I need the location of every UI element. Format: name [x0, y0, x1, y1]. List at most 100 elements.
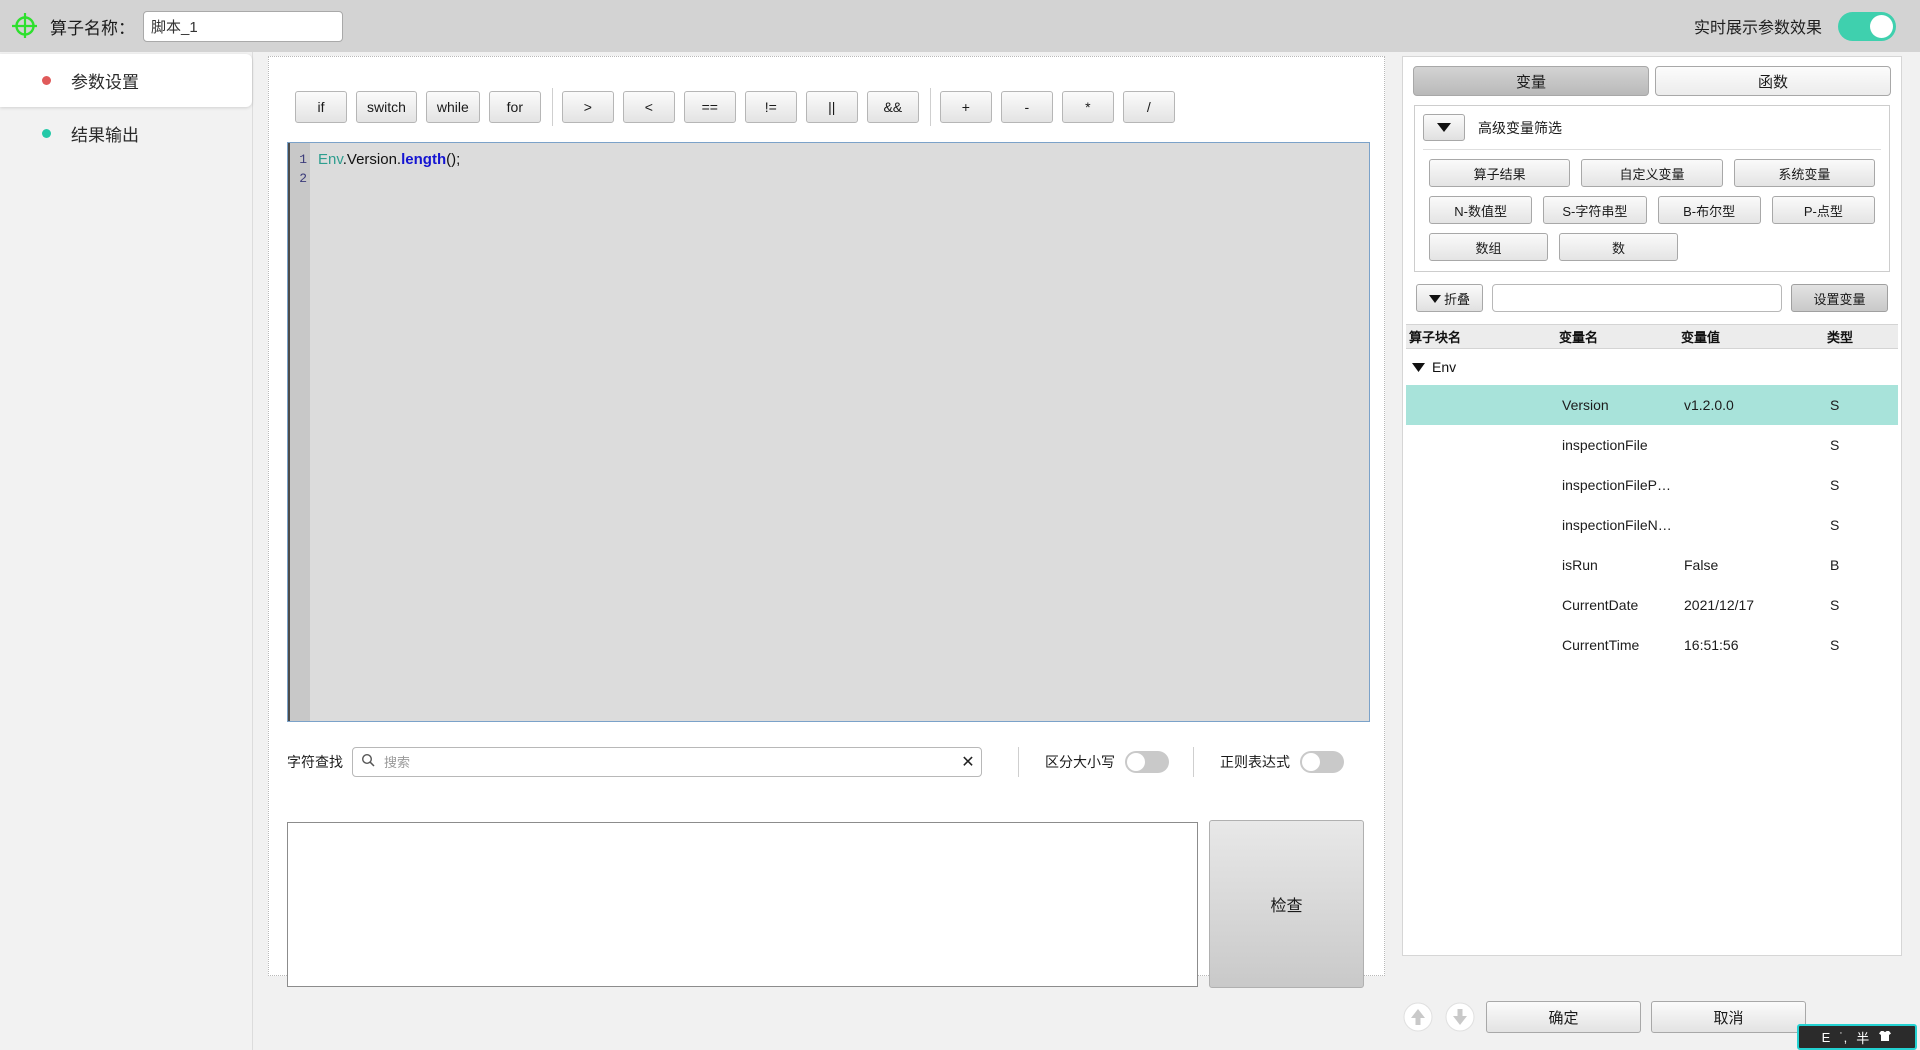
variable-tools-row: 折叠 设置变量 — [1416, 284, 1888, 312]
arrow-down-circle-icon[interactable] — [1444, 1001, 1476, 1033]
cell-type: B — [1830, 557, 1840, 573]
token-button-greater-than[interactable]: > — [561, 91, 614, 123]
cell-variable-name: inspectionFileP… — [1562, 477, 1671, 493]
column-header-variable-name: 变量名 — [1559, 330, 1599, 345]
editor-line-number-gutter: 1 2 — [290, 143, 310, 721]
cancel-button[interactable]: 取消 — [1651, 1001, 1806, 1033]
token-button-while[interactable]: while — [425, 91, 480, 123]
cell-variable-value: 2021/12/17 — [1684, 597, 1755, 613]
chevron-down-icon[interactable] — [1423, 114, 1465, 141]
table-row[interactable]: Version v1.2.0.0 S — [1406, 385, 1898, 425]
regex-label: 正则表达式 — [1220, 754, 1290, 770]
table-row[interactable]: inspectionFileP… S — [1406, 465, 1898, 505]
realtime-preview-toggle[interactable] — [1838, 11, 1896, 41]
table-row[interactable]: CurrentDate 2021/12/17 S — [1406, 585, 1898, 625]
token-button-switch[interactable]: switch — [356, 91, 417, 123]
find-input-box[interactable]: ✕ — [352, 747, 982, 777]
triangle-down-icon — [1428, 291, 1441, 306]
case-sensitive-toggle[interactable] — [1125, 751, 1169, 773]
line-number: 1 — [299, 152, 307, 167]
cell-variable-name: inspectionFile — [1562, 437, 1648, 453]
collapse-button[interactable]: 折叠 — [1416, 284, 1483, 312]
find-input[interactable] — [382, 753, 955, 771]
code-token-property: .Version. — [342, 151, 402, 168]
tab-functions[interactable]: 函数 — [1655, 66, 1891, 96]
filter-button-number[interactable]: 数 — [1559, 233, 1678, 261]
token-button-multiply[interactable]: * — [1061, 91, 1114, 123]
token-button-logical-or[interactable]: || — [805, 91, 858, 123]
filter-button-custom-variable[interactable]: 自定义变量 — [1581, 159, 1723, 187]
cell-variable-value: v1.2.0.0 — [1684, 397, 1734, 413]
operator-name-label: 算子名称： — [50, 18, 135, 38]
operator-toolbar: if switch while for > < == != || && + - … — [295, 88, 1184, 126]
token-button-equals[interactable]: == — [683, 91, 736, 123]
cell-type: S — [1830, 437, 1840, 453]
set-variable-button[interactable]: 设置变量 — [1791, 284, 1888, 312]
token-button-logical-and[interactable]: && — [866, 91, 919, 123]
token-button-divide[interactable]: / — [1122, 91, 1175, 123]
column-header-type: 类型 — [1827, 330, 1854, 345]
regex-toggle[interactable] — [1300, 751, 1344, 773]
arrow-up-circle-icon[interactable] — [1402, 1001, 1434, 1033]
cell-type: S — [1830, 597, 1840, 613]
cell-variable-value: 16:51:56 — [1684, 637, 1739, 653]
table-row[interactable]: inspectionFileN… S — [1406, 505, 1898, 545]
filter-button-point[interactable]: P-点型 — [1771, 196, 1875, 224]
filter-button-numeric[interactable]: N-数值型 — [1429, 196, 1533, 224]
filter-button-boolean[interactable]: B-布尔型 — [1657, 196, 1761, 224]
close-x-icon[interactable]: ✕ — [955, 752, 981, 772]
variable-group-env[interactable]: Env — [1406, 349, 1898, 385]
ime-status-bar[interactable]: E ˙, 半 — [1797, 1024, 1917, 1050]
token-button-if[interactable]: if — [295, 91, 347, 123]
find-divider — [1193, 747, 1194, 777]
token-button-for[interactable]: for — [488, 91, 541, 123]
ime-punctuation-label[interactable]: ˙, — [1839, 1030, 1847, 1045]
filter-button-array[interactable]: 数组 — [1429, 233, 1548, 261]
search-icon — [361, 753, 375, 772]
find-bar: 字符查找 ✕ 区分大小写 正则表达式 — [287, 744, 1370, 780]
collapse-label: 折叠 — [1443, 291, 1470, 307]
confirm-button[interactable]: 确定 — [1486, 1001, 1641, 1033]
ime-shirt-icon[interactable] — [1878, 1030, 1892, 1045]
line-number: 2 — [299, 171, 307, 186]
check-button[interactable]: 检查 — [1209, 820, 1364, 988]
variable-table-header: 算子块名 变量名 变量值 类型 — [1406, 324, 1898, 349]
sidebar-item-result-output[interactable]: 结果输出 — [0, 107, 252, 160]
editor-code-area[interactable]: Env.Version.length(); — [310, 143, 1369, 721]
code-token-punctuation: (); — [446, 151, 461, 168]
right-panel: 变量 函数 高级变量筛选 算子结果 自定义变量 系统变量 N-数值型 S-字符串… — [1402, 56, 1902, 956]
filter-button-string[interactable]: S-字符串型 — [1543, 196, 1647, 224]
sidebar-item-parameter-settings[interactable]: 参数设置 — [0, 54, 252, 107]
code-editor[interactable]: 1 2 Env.Version.length(); — [287, 142, 1370, 722]
token-button-plus[interactable]: + — [939, 91, 992, 123]
case-sensitive-group: 区分大小写 — [1035, 751, 1169, 773]
filter-row-type: N-数值型 S-字符串型 B-布尔型 P-点型 — [1423, 196, 1881, 224]
token-button-minus[interactable]: - — [1000, 91, 1053, 123]
top-bar: 算子名称： 实时展示参数效果 — [0, 0, 1920, 52]
cell-type: S — [1830, 637, 1840, 653]
variable-search-input[interactable] — [1492, 284, 1782, 312]
regex-group: 正则表达式 — [1210, 751, 1344, 773]
column-header-block-name: 算子块名 — [1409, 330, 1462, 345]
variable-group-label: Env — [1432, 359, 1457, 375]
table-row[interactable]: inspectionFile S — [1406, 425, 1898, 465]
table-row[interactable]: CurrentTime 16:51:56 S — [1406, 625, 1898, 665]
realtime-preview-group: 实时展示参数效果 — [1694, 0, 1920, 52]
filter-row-source: 算子结果 自定义变量 系统变量 — [1423, 159, 1881, 187]
operator-name-input[interactable] — [143, 10, 343, 42]
output-textarea[interactable] — [287, 822, 1198, 987]
token-button-less-than[interactable]: < — [622, 91, 675, 123]
sidebar-item-label: 参数设置 — [71, 73, 139, 92]
filter-divider — [1423, 149, 1881, 150]
tab-variables[interactable]: 变量 — [1413, 66, 1649, 96]
table-row[interactable]: isRun False B — [1406, 545, 1898, 585]
ime-mode-label[interactable]: E — [1822, 1030, 1831, 1045]
toolbar-divider — [929, 88, 931, 126]
ime-width-label[interactable]: 半 — [1856, 1028, 1869, 1047]
cell-type: S — [1830, 397, 1840, 413]
token-button-not-equals[interactable]: != — [744, 91, 797, 123]
triangle-down-icon — [1412, 359, 1425, 375]
filter-button-operator-result[interactable]: 算子结果 — [1429, 159, 1571, 187]
filter-button-system-variable[interactable]: 系统变量 — [1733, 159, 1875, 187]
